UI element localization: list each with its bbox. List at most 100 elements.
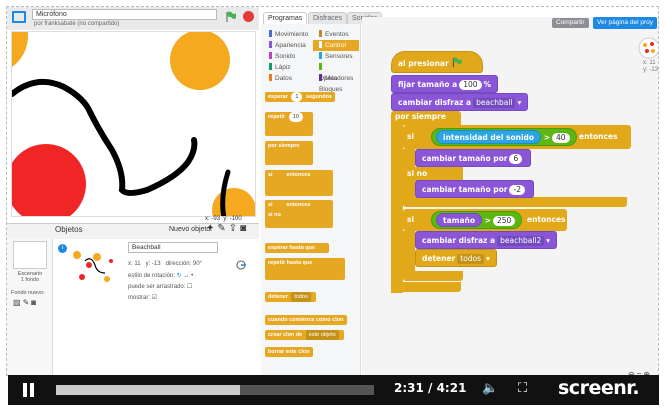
palette-block-wait-until[interactable]: esperar hasta que <box>265 243 329 253</box>
block-text: borrar este clon <box>268 349 310 355</box>
loudness-reporter[interactable]: intensidad del sonido <box>436 130 542 144</box>
volume-icon[interactable]: 🔈 <box>482 380 498 396</box>
stage-thumbnail[interactable] <box>13 241 47 269</box>
tab-disfraces[interactable]: Disfraces <box>308 12 348 24</box>
landscape-icon[interactable]: ▨ <box>13 298 23 307</box>
tab-programas[interactable]: Programas <box>263 12 308 24</box>
category-color-swatch <box>319 41 322 48</box>
sprite-corner-thumbnail <box>638 37 658 59</box>
fullscreen-icon[interactable]: ⛶ <box>518 380 527 396</box>
palette-block-forever[interactable]: por siempre <box>265 141 313 165</box>
category-datos[interactable]: Datos <box>263 73 309 84</box>
category-label: Sensores <box>325 53 353 60</box>
block-text: si <box>268 202 273 208</box>
camera-icon[interactable]: ◙ <box>240 223 249 234</box>
stop-block[interactable]: detener todos ▾ <box>415 249 497 267</box>
block-input[interactable]: 250 <box>492 216 516 226</box>
palette-block-clone-start[interactable]: cuando comience como clon <box>265 315 347 325</box>
when-flag-clicked-block[interactable]: al presionar <box>391 51 483 73</box>
greater-than-operator[interactable]: intensidad del sonido >40 <box>431 128 577 146</box>
category-sensores[interactable]: Sensores <box>313 51 359 62</box>
palette-block-wait[interactable]: esperar 1 segundos <box>265 92 335 102</box>
then-label: entonces <box>527 215 566 224</box>
camera-icon[interactable]: ◙ <box>31 298 38 307</box>
block-text: segundos <box>306 94 332 100</box>
category-list-right: Eventos Control Sensores Operadores Más … <box>313 29 359 93</box>
block-input[interactable]: 6 <box>509 154 523 164</box>
category-color-swatch <box>319 52 322 59</box>
block-text: detener <box>268 294 288 300</box>
left-right-icon[interactable]: ↔ <box>183 273 189 279</box>
show-checkbox[interactable]: ☑ <box>152 295 157 301</box>
direction-value[interactable]: 90° <box>193 261 202 267</box>
block-text: cambiar disfraz a <box>422 236 496 245</box>
if-label: si <box>407 215 415 224</box>
progress-track[interactable] <box>56 385 374 395</box>
change-size-block[interactable]: cambiar tamaño por 6 <box>415 149 532 167</box>
category-label: Apariencia <box>275 42 306 49</box>
block-text: cambiar tamaño por <box>422 154 508 163</box>
size-reporter[interactable]: tamaño <box>436 213 483 227</box>
orange-ball <box>170 32 230 90</box>
block-dropdown[interactable]: beachball <box>473 98 516 108</box>
palette-block-create-clone[interactable]: crear clon de este objeto <box>265 330 344 340</box>
palette-block-if-else[interactable]: si entonces si no <box>265 200 333 228</box>
draggable-checkbox[interactable]: ☐ <box>187 284 192 290</box>
palette-block-repeat[interactable]: repetir 10 <box>265 112 313 136</box>
fullscreen-icon[interactable] <box>12 11 26 23</box>
block-input[interactable]: 100 <box>459 80 482 90</box>
block-input[interactable]: 40 <box>551 133 570 143</box>
forever-block-side <box>391 125 403 293</box>
brush-icon[interactable]: ✎ <box>23 298 32 307</box>
share-button[interactable]: Compartir <box>552 18 589 28</box>
block-dropdown[interactable]: beachball2 <box>497 236 545 246</box>
show-row: mostrar: ☑ <box>128 294 157 301</box>
info-icon[interactable]: i <box>58 244 67 253</box>
upload-sprite-icon[interactable]: ⇪ <box>229 223 240 234</box>
new-backdrop-icons[interactable]: ▨✎◙ <box>13 298 38 307</box>
category-apariencia[interactable]: Apariencia <box>263 40 309 51</box>
sprite-position: x: 11 y: -13 dirección: 90° <box>128 261 202 267</box>
change-size-block[interactable]: cambiar tamaño por -2 <box>415 180 534 198</box>
block-input[interactable]: -2 <box>509 185 525 195</box>
project-title-input[interactable]: Micrófono <box>32 9 217 20</box>
palette-block-delete-clone[interactable]: borrar este clon <box>265 347 313 357</box>
palette-block-repeat-until[interactable]: repetir hasta que <box>265 258 345 280</box>
category-operadores[interactable]: Operadores <box>313 62 359 82</box>
sprite-thumbnail[interactable] <box>67 247 119 291</box>
direction-dial-icon[interactable] <box>235 260 247 270</box>
block-text: detener <box>422 254 456 263</box>
rotate-all-icon[interactable]: ↻ <box>177 273 182 279</box>
red-ball <box>12 144 86 216</box>
category-eventos[interactable]: Eventos <box>313 29 359 40</box>
category-control[interactable]: Control <box>313 40 359 51</box>
category-movimiento[interactable]: Movimiento <box>263 29 309 40</box>
corner-y-label: y: <box>643 67 648 73</box>
objects-tab[interactable]: Objetos <box>55 225 83 234</box>
category-sonido[interactable]: Sonido <box>263 51 309 62</box>
category-lapiz[interactable]: Lápiz <box>263 62 309 73</box>
block-dropdown[interactable]: todos <box>457 254 485 264</box>
block-text: repetir <box>268 114 286 120</box>
greater-than-operator[interactable]: tamaño >250 <box>431 211 523 229</box>
stop-sign-icon[interactable] <box>243 11 254 22</box>
category-label: Lápiz <box>275 64 291 71</box>
paint-new-sprite-icon[interactable]: ✦ <box>206 223 217 234</box>
sprite-name-input[interactable]: Beachball <box>128 242 218 253</box>
brush-icon[interactable]: ✎ <box>217 223 228 234</box>
forever-block-bottom <box>391 282 461 292</box>
palette-block-if[interactable]: si entonces <box>265 170 333 196</box>
pause-icon[interactable] <box>23 383 27 397</box>
switch-costume-block[interactable]: cambiar disfraz a beachball2 ▾ <box>415 231 558 249</box>
scratch-editor: Micrófono por franksabate (no compartido… <box>6 6 659 376</box>
stage-canvas[interactable] <box>11 31 256 217</box>
palette-block-stop[interactable]: detener todos <box>265 292 316 302</box>
set-size-block[interactable]: fijar tamaño a 100% <box>391 75 499 93</box>
project-page-button[interactable]: Ver página del proy <box>593 17 658 29</box>
new-object-icons[interactable]: ✦✎⇪◙ <box>206 223 249 234</box>
category-color-swatch <box>319 30 322 37</box>
category-list-left: Movimiento Apariencia Sonido Lápiz Datos <box>263 29 309 84</box>
category-color-swatch <box>269 41 272 48</box>
green-flag-icon[interactable] <box>225 11 237 23</box>
no-rotate-icon[interactable]: • <box>191 273 193 279</box>
